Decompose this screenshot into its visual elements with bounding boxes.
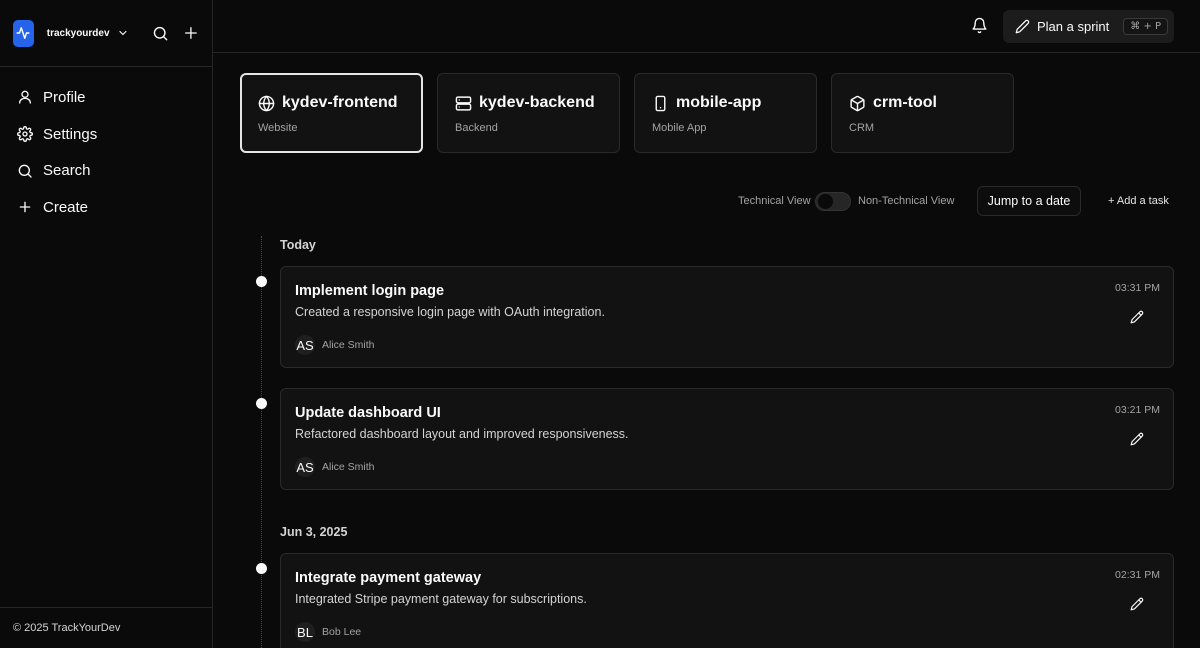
sidebar-footer: © 2025 TrackYourDev <box>0 607 212 648</box>
toggle-knob <box>818 194 833 209</box>
assignee-name: Alice Smith <box>322 461 375 473</box>
project-card-crm-tool[interactable]: crm-tool CRM <box>831 73 1014 153</box>
avatar: AS <box>295 335 315 355</box>
sidebar-item-label: Create <box>43 198 89 216</box>
sidebar-item-settings[interactable]: Settings <box>0 116 212 153</box>
user-icon <box>19 91 31 105</box>
package-icon <box>850 95 865 111</box>
pencil-icon[interactable] <box>1130 597 1144 611</box>
project-card-mobile-app[interactable]: mobile-app Mobile App <box>634 73 817 153</box>
sidebar-item-profile[interactable]: Profile <box>0 79 212 116</box>
globe-icon <box>258 95 275 111</box>
sidebar: trackyourdev Profile Settings Search Cre… <box>0 0 213 648</box>
project-type: Backend <box>455 122 498 134</box>
non-technical-view-label: Non-Technical View <box>858 195 955 207</box>
bell-icon[interactable] <box>971 17 988 34</box>
task-description: Integrated Stripe payment gateway for su… <box>295 592 587 606</box>
task-title: Update dashboard UI <box>295 405 441 421</box>
timeline-dot <box>256 398 267 409</box>
avatar: AS <box>295 457 315 477</box>
pencil-icon[interactable] <box>1130 310 1144 324</box>
technical-view-label: Technical View <box>738 195 811 207</box>
project-name: kydev-backend <box>479 94 595 111</box>
project-card-kydev-backend[interactable]: kydev-backend Backend <box>437 73 620 153</box>
sidebar-item-label: Settings <box>43 125 98 143</box>
project-title: kydev-backend <box>455 94 619 112</box>
project-name: mobile-app <box>676 94 762 111</box>
sidebar-nav: Profile Settings Search Create <box>0 67 212 226</box>
project-type: CRM <box>849 122 875 134</box>
task-assignee: AS Alice Smith <box>295 335 375 355</box>
task-card[interactable]: Integrate payment gateway Integrated Str… <box>280 553 1174 648</box>
task-description: Refactored dashboard layout and improved… <box>295 427 629 441</box>
project-title: kydev-frontend <box>258 94 421 112</box>
smartphone-icon <box>655 95 666 111</box>
sidebar-item-label: Search <box>43 162 91 180</box>
pencil-icon <box>1015 19 1030 34</box>
activity-icon <box>16 27 30 39</box>
project-title: mobile-app <box>652 94 816 112</box>
project-name: kydev-frontend <box>282 94 398 111</box>
gear-icon <box>17 126 33 142</box>
sidebar-item-search[interactable]: Search <box>0 152 212 189</box>
sidebar-item-label: Profile <box>43 88 86 106</box>
task-assignee: AS Alice Smith <box>295 457 375 477</box>
plus-icon <box>19 202 31 213</box>
task-assignee: BL Bob Lee <box>295 622 361 642</box>
project-name: crm-tool <box>873 94 937 111</box>
project-list: kydev-frontend Website kydev-backend Bac… <box>240 73 1014 153</box>
timeline-dot <box>256 563 267 574</box>
group-title: Today <box>280 238 316 252</box>
plan-sprint-button[interactable]: Plan a sprint ⌘ + P <box>1003 10 1174 43</box>
sidebar-header: trackyourdev <box>0 0 212 67</box>
jump-to-date-button[interactable]: Jump to a date <box>977 186 1081 216</box>
project-type: Mobile App <box>652 122 707 134</box>
avatar: BL <box>295 622 315 642</box>
search-icon[interactable] <box>152 25 169 42</box>
assignee-name: Bob Lee <box>322 626 362 638</box>
task-card[interactable]: Update dashboard UI Refactored dashboard… <box>280 388 1174 490</box>
logo[interactable] <box>13 19 34 47</box>
project-card-kydev-frontend[interactable]: kydev-frontend Website <box>240 73 423 153</box>
server-icon <box>455 95 472 111</box>
timeline-line <box>261 236 262 648</box>
plan-sprint-label: Plan a sprint <box>1037 19 1110 34</box>
org-name[interactable]: trackyourdev <box>47 28 110 39</box>
plus-icon[interactable] <box>183 25 199 41</box>
task-time: 03:21 PM <box>1115 404 1160 416</box>
task-card[interactable]: Implement login page Created a responsiv… <box>280 266 1174 368</box>
view-toggle[interactable] <box>815 192 851 211</box>
top-bar: Plan a sprint ⌘ + P <box>213 0 1200 53</box>
pencil-icon[interactable] <box>1130 432 1144 446</box>
chevron-down-icon[interactable] <box>117 27 129 39</box>
assignee-name: Alice Smith <box>322 339 375 351</box>
search-icon <box>18 164 32 178</box>
task-time: 03:31 PM <box>1115 282 1160 294</box>
add-task-button[interactable]: + Add a task <box>1108 195 1169 207</box>
task-description: Created a responsive login page with OAu… <box>295 305 605 319</box>
task-title: Implement login page <box>295 283 445 299</box>
timeline-dot <box>256 276 267 287</box>
project-type: Website <box>258 122 298 134</box>
task-time: 02:31 PM <box>1115 569 1160 581</box>
sidebar-item-create[interactable]: Create <box>0 189 212 226</box>
group-title: Jun 3, 2025 <box>280 525 348 539</box>
task-title: Integrate payment gateway <box>295 570 482 586</box>
project-title: crm-tool <box>849 94 1013 112</box>
keyboard-shortcut: ⌘ + P <box>1123 18 1169 35</box>
